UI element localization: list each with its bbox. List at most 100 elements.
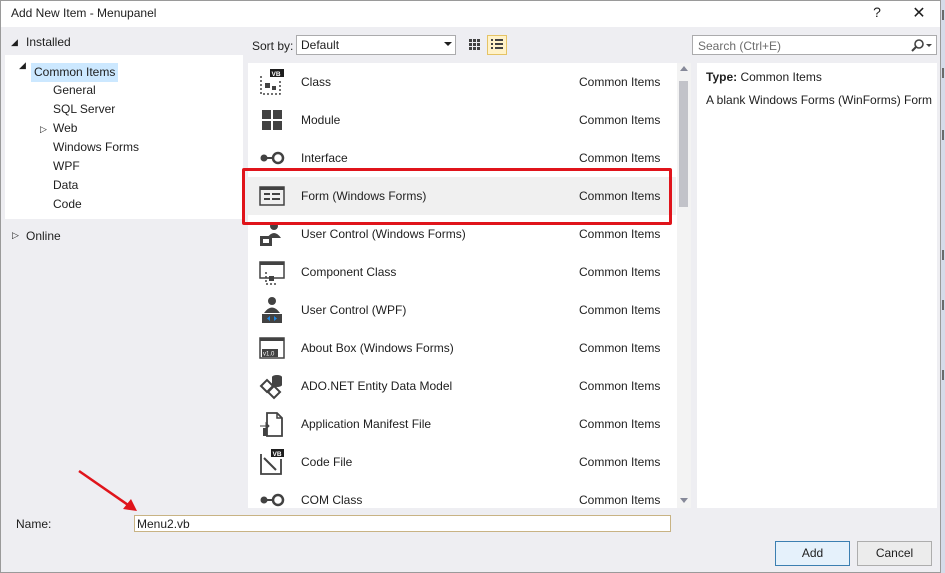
collapsed-arrow-icon[interactable]: ▷ [12, 230, 19, 241]
template-name: User Control (Windows Forms) [301, 227, 466, 241]
name-field[interactable]: Menu2.vb [134, 515, 671, 532]
tree-node-label: Installed [26, 35, 71, 49]
chevron-down-icon [444, 42, 452, 46]
tree-item-windows-forms[interactable]: Windows Forms [53, 138, 139, 157]
search-icon[interactable] [909, 38, 935, 54]
template-details-panel: Type: Common Items A blank Windows Forms… [697, 63, 937, 508]
annotation-arrow [78, 469, 137, 511]
name-field-value: Menu2.vb [137, 517, 190, 531]
tree-node-online[interactable]: ▷ Online [5, 225, 243, 247]
sort-by-value: Default [301, 38, 340, 52]
list-item-com-class[interactable]: COM Class Common Items [248, 481, 676, 508]
template-category: Common Items [579, 151, 661, 165]
template-name: Component Class [301, 265, 397, 279]
list-view-icon [491, 39, 503, 49]
expanded-arrow-icon[interactable]: ◢ [19, 60, 26, 71]
list-item-module[interactable]: Module Common Items [248, 101, 676, 139]
template-name: About Box (Windows Forms) [301, 341, 454, 355]
template-category: Common Items [579, 417, 661, 431]
tree-item-general[interactable]: General [53, 81, 96, 100]
close-button[interactable]: ✕ [907, 3, 931, 25]
form-icon [259, 186, 285, 206]
tree-item-data[interactable]: Data [53, 176, 78, 195]
tree-item-web[interactable]: Web [53, 119, 77, 138]
sort-by-dropdown[interactable]: Default [296, 35, 456, 55]
vb-class-icon: VB [260, 69, 284, 95]
template-category: Common Items [579, 379, 661, 393]
svg-text:VB: VB [273, 451, 282, 458]
help-button[interactable]: ? [867, 4, 887, 24]
template-name: Class [301, 75, 332, 89]
tree-node-installed[interactable]: ◢ Installed [5, 31, 243, 53]
cancel-button[interactable]: Cancel [857, 541, 932, 566]
template-name: Application Manifest File [301, 417, 432, 431]
template-name: Code File [301, 455, 353, 469]
list-item-user-control-wpf[interactable]: User Control (WPF) Common Items [248, 291, 676, 329]
details-type-label: Type: [706, 70, 738, 84]
scroll-down-arrow-icon[interactable] [680, 498, 688, 503]
template-list-scrollbar[interactable] [677, 63, 691, 508]
scrollbar-thumb[interactable] [679, 81, 688, 207]
window-title: Add New Item - Menupanel [11, 6, 157, 20]
tree-item-common-items[interactable]: Common Items [31, 63, 119, 82]
search-input[interactable]: Search (Ctrl+E) [692, 35, 937, 55]
tree-item-wpf[interactable]: WPF [53, 157, 80, 176]
module-icon [262, 110, 282, 130]
com-class-icon [260, 493, 285, 507]
code-file-icon: VB [260, 449, 284, 475]
template-category: Common Items [579, 455, 661, 469]
template-category: Common Items [579, 265, 661, 279]
tree-item-sql-server[interactable]: SQL Server [53, 100, 115, 119]
list-item-about-box[interactable]: v1.0 About Box (Windows Forms) Common It… [248, 329, 676, 367]
collapsed-arrow-icon[interactable]: ▷ [40, 124, 47, 135]
tree-node-label: Online [26, 229, 61, 243]
list-item-component-class[interactable]: Component Class Common Items [248, 253, 676, 291]
tree-item-code[interactable]: Code [53, 195, 82, 214]
template-name: Form (Windows Forms) [301, 189, 427, 203]
list-item-form-windows-forms[interactable]: Form (Windows Forms) Common Items [248, 177, 676, 215]
template-category: Common Items [579, 113, 661, 127]
about-box-icon: v1.0 [259, 337, 285, 359]
template-tree: ◢ Common Items General SQL Server ▷ Web … [5, 55, 243, 219]
template-name: User Control (WPF) [301, 303, 407, 317]
wpf-user-control-icon [262, 297, 282, 323]
template-category: Common Items [579, 227, 661, 241]
name-label: Name: [16, 517, 52, 531]
list-item-class[interactable]: VB Class Common Items [248, 63, 676, 101]
expanded-arrow-icon[interactable]: ◢ [11, 37, 18, 48]
template-name: Module [301, 113, 341, 127]
details-type: Type: Common Items [706, 70, 822, 84]
scroll-up-arrow-icon[interactable] [680, 66, 688, 71]
small-icons-view-button[interactable] [464, 35, 484, 55]
template-category: Common Items [579, 303, 661, 317]
template-name: Interface [301, 151, 348, 165]
template-category: Common Items [579, 341, 661, 355]
background-window-edge [941, 0, 945, 573]
entity-data-model-icon [259, 375, 282, 400]
template-category: Common Items [579, 189, 661, 203]
add-button[interactable]: Add [775, 541, 850, 566]
template-list: VB Class Common Items Module Common Item… [248, 63, 691, 508]
list-item-ado-net-entity-data-model[interactable]: ADO.NET Entity Data Model Common Items [248, 367, 676, 405]
grid-view-icon [469, 39, 480, 50]
svg-text:v1.0: v1.0 [263, 352, 275, 358]
user-control-icon [260, 222, 281, 246]
template-name: ADO.NET Entity Data Model [301, 379, 453, 393]
list-item-code-file[interactable]: VB Code File Common Items [248, 443, 676, 481]
list-item-application-manifest-file[interactable]: Application Manifest File Common Items [248, 405, 676, 443]
details-description: A blank Windows Forms (WinForms) Form [706, 93, 933, 107]
title-bar: Add New Item - Menupanel ? ✕ [1, 1, 940, 27]
template-category: Common Items [579, 75, 661, 89]
details-type-value: Common Items [740, 70, 822, 84]
manifest-file-icon [260, 412, 283, 437]
search-placeholder: Search (Ctrl+E) [698, 39, 782, 53]
list-item-user-control-windows-forms[interactable]: User Control (Windows Forms) Common Item… [248, 215, 676, 253]
list-item-interface[interactable]: Interface Common Items [248, 139, 676, 177]
template-name: COM Class [301, 493, 363, 507]
add-new-item-dialog: Add New Item - Menupanel ? ✕ ◢ Installed… [0, 0, 941, 573]
sort-by-label: Sort by: [252, 39, 294, 53]
svg-text:VB: VB [272, 71, 281, 78]
interface-icon [260, 151, 285, 165]
list-view-button[interactable] [487, 35, 507, 55]
template-category: Common Items [579, 493, 661, 507]
